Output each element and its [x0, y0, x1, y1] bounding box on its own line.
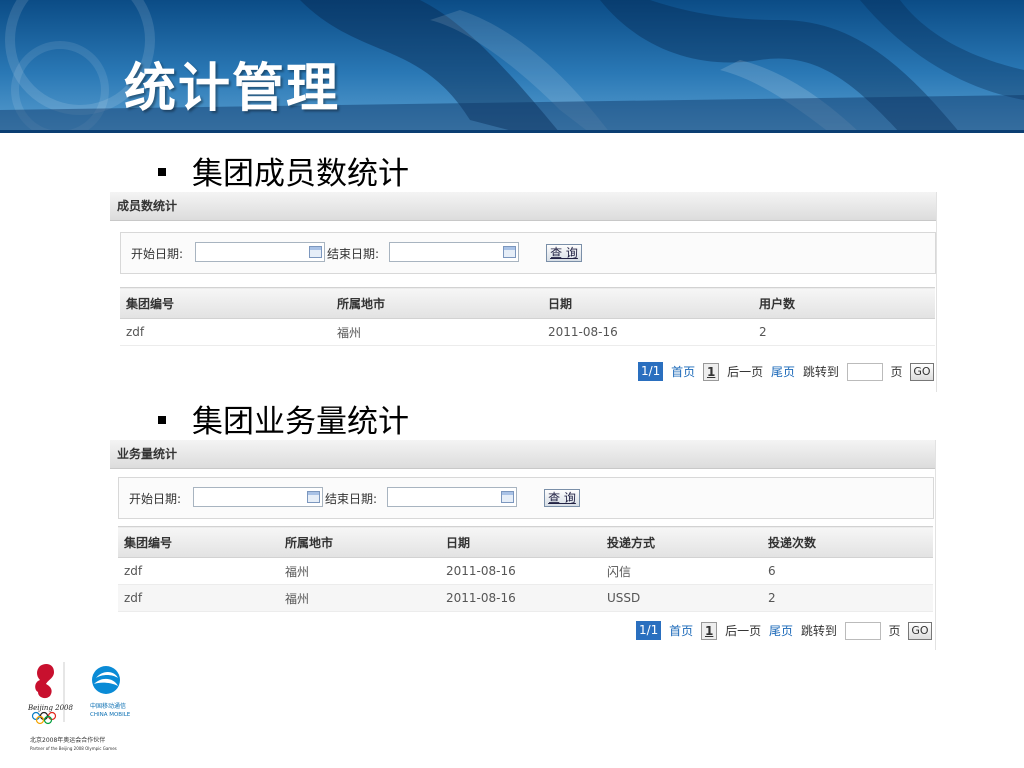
page-number-link[interactable]: 1 [700, 621, 718, 640]
next-page-link[interactable]: 后一页 [725, 621, 761, 641]
bullet-text: 集团成员数统计 [192, 156, 409, 192]
beijing-2008-logo: Beijing 2008 [28, 664, 74, 725]
end-date-label: 结束日期: [327, 247, 380, 261]
pagination: 1/1 首页 1 后一页 尾页 跳转到 页 GO [638, 361, 938, 381]
jump-to-label: 跳转到 [802, 364, 839, 379]
pagination: 1/1 首页 1 后一页 尾页 跳转到 页 GO [636, 620, 936, 640]
partner-caption-cn: 北京2008年奥运会合作伙伴 [30, 737, 106, 744]
table-cell: 福州 [331, 318, 542, 346]
calendar-icon[interactable] [501, 491, 514, 503]
table-row[interactable]: zdf 福州 2011-08-16 闪信 6 [118, 557, 933, 585]
business-stats-panel: 业务量统计 开始日期: 结束日期: 查 询 集团编号 所属地市 日期 投递方式 … [110, 440, 936, 650]
page-unit-label: 页 [890, 364, 903, 379]
query-button[interactable]: 查 询 [544, 489, 580, 507]
calendar-icon[interactable] [307, 491, 320, 503]
member-stats-table: 集团编号 所属地市 日期 用户数 zdf 福州 2011-08-16 2 [120, 287, 935, 346]
end-date-label: 结束日期: [325, 492, 378, 506]
calendar-icon[interactable] [309, 246, 322, 258]
page-unit-label: 页 [888, 623, 901, 638]
start-date-input[interactable] [195, 242, 325, 262]
column-header[interactable]: 所属地市 [331, 287, 542, 319]
partner-caption-en: Partner of the Beijing 2008 Olympic Game… [30, 746, 117, 751]
table-cell: 闪信 [601, 557, 762, 585]
column-header[interactable]: 所属地市 [279, 526, 440, 558]
bullet-business-stats: 集团业务量统计 [158, 396, 409, 441]
china-mobile-cn-text: 中国移动通信 [90, 702, 126, 710]
panel-title: 业务量统计 [110, 440, 935, 469]
banner-bottom-edge [0, 130, 1024, 133]
jump-page-input[interactable] [844, 621, 881, 640]
table-cell: 2 [762, 584, 933, 612]
table-cell: USSD [601, 584, 762, 612]
header-banner: 统计管理 [0, 0, 1024, 133]
jump-to-label: 跳转到 [800, 623, 837, 638]
china-mobile-en-text: CHINA MOBILE [90, 712, 131, 718]
start-date-input[interactable] [193, 487, 323, 507]
table-header-row: 集团编号 所属地市 日期 用户数 [120, 287, 935, 319]
last-page-link[interactable]: 尾页 [771, 362, 795, 382]
table-cell: 2011-08-16 [542, 318, 753, 346]
member-stats-panel: 成员数统计 开始日期: 结束日期: 查 询 集团编号 所属地市 日期 用户数 z… [110, 192, 937, 392]
go-button[interactable]: GO [910, 362, 934, 381]
table-cell: zdf [118, 584, 279, 612]
table-cell: 2 [753, 318, 935, 346]
search-bar: 开始日期: 结束日期: 查 询 [118, 477, 934, 519]
start-date-label: 开始日期: [129, 492, 182, 506]
query-button[interactable]: 查 询 [546, 244, 582, 262]
partner-caption: 北京2008年奥运会合作伙伴 Partner of the Beijing 20… [30, 737, 117, 753]
bullet-member-stats: 集团成员数统计 [158, 148, 409, 193]
page-indicator: 1/1 [636, 621, 662, 640]
table-header-row: 集团编号 所属地市 日期 投递方式 投递次数 [118, 526, 933, 558]
beijing-logo-text: Beijing 2008 [28, 704, 74, 712]
last-page-link[interactable]: 尾页 [769, 621, 793, 641]
bullet-square-icon [158, 415, 166, 424]
page-number-link[interactable]: 1 [702, 362, 720, 381]
end-date-input[interactable] [389, 242, 519, 262]
jump-page-input[interactable] [846, 362, 883, 381]
table-cell: 福州 [279, 557, 440, 585]
china-mobile-logo: 中国移动通信 CHINA MOBILE [90, 666, 131, 718]
column-header[interactable]: 日期 [440, 526, 601, 558]
table-cell: 2011-08-16 [440, 584, 601, 612]
table-cell: 6 [762, 557, 933, 585]
table-row[interactable]: zdf 福州 2011-08-16 USSD 2 [118, 584, 933, 612]
search-bar: 开始日期: 结束日期: 查 询 [120, 232, 936, 274]
calendar-icon[interactable] [503, 246, 516, 258]
first-page-link[interactable]: 首页 [669, 621, 693, 641]
table-cell: zdf [118, 557, 279, 585]
column-header[interactable]: 日期 [542, 287, 753, 319]
bullet-square-icon [158, 167, 166, 176]
start-date-label: 开始日期: [131, 247, 184, 261]
panel-title: 成员数统计 [110, 192, 936, 221]
first-page-link[interactable]: 首页 [671, 362, 695, 382]
end-date-input[interactable] [387, 487, 517, 507]
table-row[interactable]: zdf 福州 2011-08-16 2 [120, 318, 935, 346]
bullet-text: 集团业务量统计 [192, 404, 409, 440]
table-cell: 福州 [279, 584, 440, 612]
table-cell: zdf [120, 318, 331, 346]
table-cell: 2011-08-16 [440, 557, 601, 585]
column-header[interactable]: 投递次数 [762, 526, 933, 558]
column-header[interactable]: 集团编号 [118, 526, 279, 558]
page-indicator: 1/1 [638, 362, 664, 381]
column-header[interactable]: 投递方式 [601, 526, 762, 558]
slide-title: 统计管理 [124, 59, 341, 119]
next-page-link[interactable]: 后一页 [727, 362, 763, 382]
business-stats-table: 集团编号 所属地市 日期 投递方式 投递次数 zdf 福州 2011-08-16… [118, 526, 933, 612]
go-button[interactable]: GO [908, 621, 932, 640]
column-header[interactable]: 用户数 [753, 287, 935, 319]
column-header[interactable]: 集团编号 [120, 287, 331, 319]
